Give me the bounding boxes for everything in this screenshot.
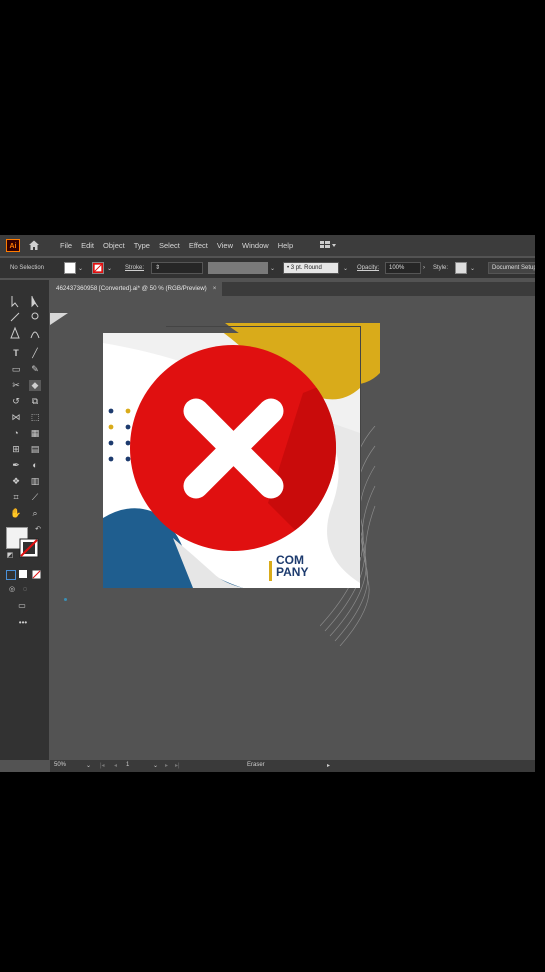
brush-bullet-icon: • xyxy=(287,265,290,271)
last-artboard-icon[interactable]: ▸| xyxy=(175,762,180,769)
free-transform-tool-icon[interactable]: ⬚ xyxy=(29,412,41,423)
color-mode-button[interactable] xyxy=(6,570,16,580)
width-tool-icon[interactable]: ⋈ xyxy=(10,412,22,423)
opacity-arrow-icon[interactable]: › xyxy=(423,265,425,271)
status-bar: 50% ⌄ |◂ ◂ 1 ⌄ ▸ ▸| Eraser ▸ xyxy=(50,760,535,772)
type-tool-icon[interactable]: T xyxy=(10,348,22,359)
shaper-tool-icon[interactable]: ✂ xyxy=(10,380,22,391)
column-graph-tool-icon[interactable]: ▥ xyxy=(29,476,41,487)
document-tab-bar: 462437360958 [Converted].ai* @ 50 % (RGB… xyxy=(50,282,535,296)
document-tab[interactable]: 462437360958 [Converted].ai* @ 50 % (RGB… xyxy=(50,282,223,296)
eraser-tool-icon[interactable]: ◆ xyxy=(29,380,41,391)
lasso-tool-icon xyxy=(31,312,39,320)
none-mode-button[interactable] xyxy=(32,570,41,579)
default-colors-icon[interactable]: ◩ xyxy=(4,550,16,561)
edit-toolbar-icon[interactable]: ••• xyxy=(17,617,29,628)
curvature-tool-icon xyxy=(30,331,40,339)
stroke-weight-input[interactable]: ⇕ xyxy=(151,262,203,274)
document-setup-button[interactable]: Document Setup xyxy=(488,262,535,274)
direct-selection-tool-icon xyxy=(31,296,39,308)
document-title: 462437360958 [Converted].ai* @ 50 % (RGB… xyxy=(56,285,207,292)
menu-edit[interactable]: Edit xyxy=(81,241,94,250)
menu-object[interactable]: Object xyxy=(103,241,125,250)
brand-text-line2: PANY xyxy=(276,565,309,579)
menu-window[interactable]: Window xyxy=(242,241,269,250)
opacity-label[interactable]: Opacity: xyxy=(357,265,379,271)
swap-fill-stroke-icon[interactable]: ↶ xyxy=(32,524,44,535)
rotate-tool-icon[interactable]: ↺ xyxy=(10,396,22,407)
shape-builder-tool-icon[interactable]: ◔ xyxy=(10,428,22,439)
dot-grid xyxy=(108,408,131,462)
first-artboard-icon[interactable]: |◂ xyxy=(100,762,105,769)
eyedropper-tool-icon[interactable]: ✒ xyxy=(10,460,22,471)
next-artboard-icon[interactable]: ▸ xyxy=(165,762,168,769)
cursor-marker xyxy=(64,598,67,601)
canvas-area[interactable]: COM PANY xyxy=(50,296,535,759)
menu-file[interactable]: File xyxy=(60,241,72,250)
menu-type[interactable]: Type xyxy=(134,241,150,250)
opacity-input[interactable]: 100% xyxy=(385,262,421,274)
artboard-number[interactable]: 1 xyxy=(126,762,129,768)
stroke-color-swatch[interactable] xyxy=(19,538,39,558)
brush-value: 3 pt. Round xyxy=(290,265,322,271)
app-logo: Ai xyxy=(6,239,20,252)
artboard-tool-icon[interactable]: ⌗ xyxy=(10,492,22,503)
gradient-tool-icon[interactable]: ▤ xyxy=(29,444,41,455)
gradient-mode-button[interactable] xyxy=(19,570,27,578)
profile-dropdown-icon[interactable]: ⌄ xyxy=(270,265,275,272)
selection-status: No Selection xyxy=(10,265,45,271)
artwork-graphics xyxy=(103,333,360,588)
stroke-label[interactable]: Stroke: xyxy=(125,265,144,271)
zoom-tool-icon[interactable]: ⌕ xyxy=(29,508,41,519)
mesh-tool-icon[interactable]: ⊞ xyxy=(10,444,22,455)
menu-select[interactable]: Select xyxy=(159,241,180,250)
menu-bar: Ai File Edit Object Type Select Effect V… xyxy=(0,235,535,256)
illustrator-window: Ai File Edit Object Type Select Effect V… xyxy=(0,235,535,772)
tools-panel: T ╱ ▭ ✎ ✂ ◆ ↺ ⧉ ⋈ ⬚ ◔ ▦ ⊞ ▤ ✒ ◐ ❖ ▥ ⌗ ⟋ … xyxy=(0,280,49,760)
pen-tool-icon xyxy=(10,326,20,339)
variable-width-profile[interactable] xyxy=(208,262,268,274)
scale-tool-icon[interactable]: ⧉ xyxy=(29,396,41,407)
artboard-dropdown-icon[interactable]: ⌄ xyxy=(153,762,158,769)
graphic-style-swatch[interactable] xyxy=(455,262,467,274)
current-tool-name: Eraser xyxy=(247,762,265,768)
style-label: Style: xyxy=(433,265,449,271)
close-tab-icon[interactable]: × xyxy=(213,285,217,292)
previous-artboard-icon[interactable]: ◂ xyxy=(114,762,117,769)
stroke-dropdown-icon[interactable]: ⌄ xyxy=(107,265,112,272)
brush-dropdown-icon[interactable]: ⌄ xyxy=(343,265,348,272)
screen-mode-icon[interactable]: ▭ xyxy=(16,600,28,611)
menu-effect[interactable]: Effect xyxy=(189,241,208,250)
style-dropdown-icon[interactable]: ⌄ xyxy=(470,265,475,272)
main-menu: File Edit Object Type Select Effect View… xyxy=(60,235,293,256)
corner-artwork-fragment xyxy=(50,313,68,325)
slice-tool-icon[interactable]: ⟋ xyxy=(29,492,41,503)
fill-swatch[interactable] xyxy=(64,262,76,274)
home-icon[interactable] xyxy=(27,238,41,252)
artboard: COM PANY xyxy=(103,333,360,588)
brand-accent-bar xyxy=(269,561,272,581)
zoom-dropdown-icon[interactable]: ⌄ xyxy=(86,762,91,769)
magic-wand-tool-icon xyxy=(10,312,20,322)
menu-view[interactable]: View xyxy=(217,241,233,250)
blend-tool-icon[interactable]: ◐ xyxy=(29,460,41,471)
draw-behind-icon[interactable]: ◌ xyxy=(19,584,31,595)
paintbrush-tool-icon[interactable]: ✎ xyxy=(29,364,41,375)
perspective-grid-tool-icon[interactable]: ▦ xyxy=(29,428,41,439)
workspace-switcher-icon[interactable] xyxy=(320,240,336,250)
fill-dropdown-icon[interactable]: ⌄ xyxy=(78,265,83,272)
stroke-swatch[interactable] xyxy=(92,262,104,274)
selection-tool-icon xyxy=(11,296,19,308)
zoom-level[interactable]: 50% xyxy=(54,762,66,768)
line-tool-icon[interactable]: ╱ xyxy=(29,348,41,359)
draw-normal-icon[interactable]: ◎ xyxy=(6,584,18,595)
menu-help[interactable]: Help xyxy=(278,241,293,250)
brush-definition-dropdown[interactable]: • 3 pt. Round xyxy=(283,262,339,274)
status-menu-arrow-icon[interactable]: ▸ xyxy=(327,762,330,769)
symbol-sprayer-tool-icon[interactable]: ❖ xyxy=(10,476,22,487)
hand-tool-icon[interactable]: ✋ xyxy=(10,508,22,519)
rectangle-tool-icon[interactable]: ▭ xyxy=(10,364,22,375)
control-bar: No Selection ⌄ ⌄ Stroke: ⇕ ⌄ • 3 pt. Rou… xyxy=(0,258,535,278)
